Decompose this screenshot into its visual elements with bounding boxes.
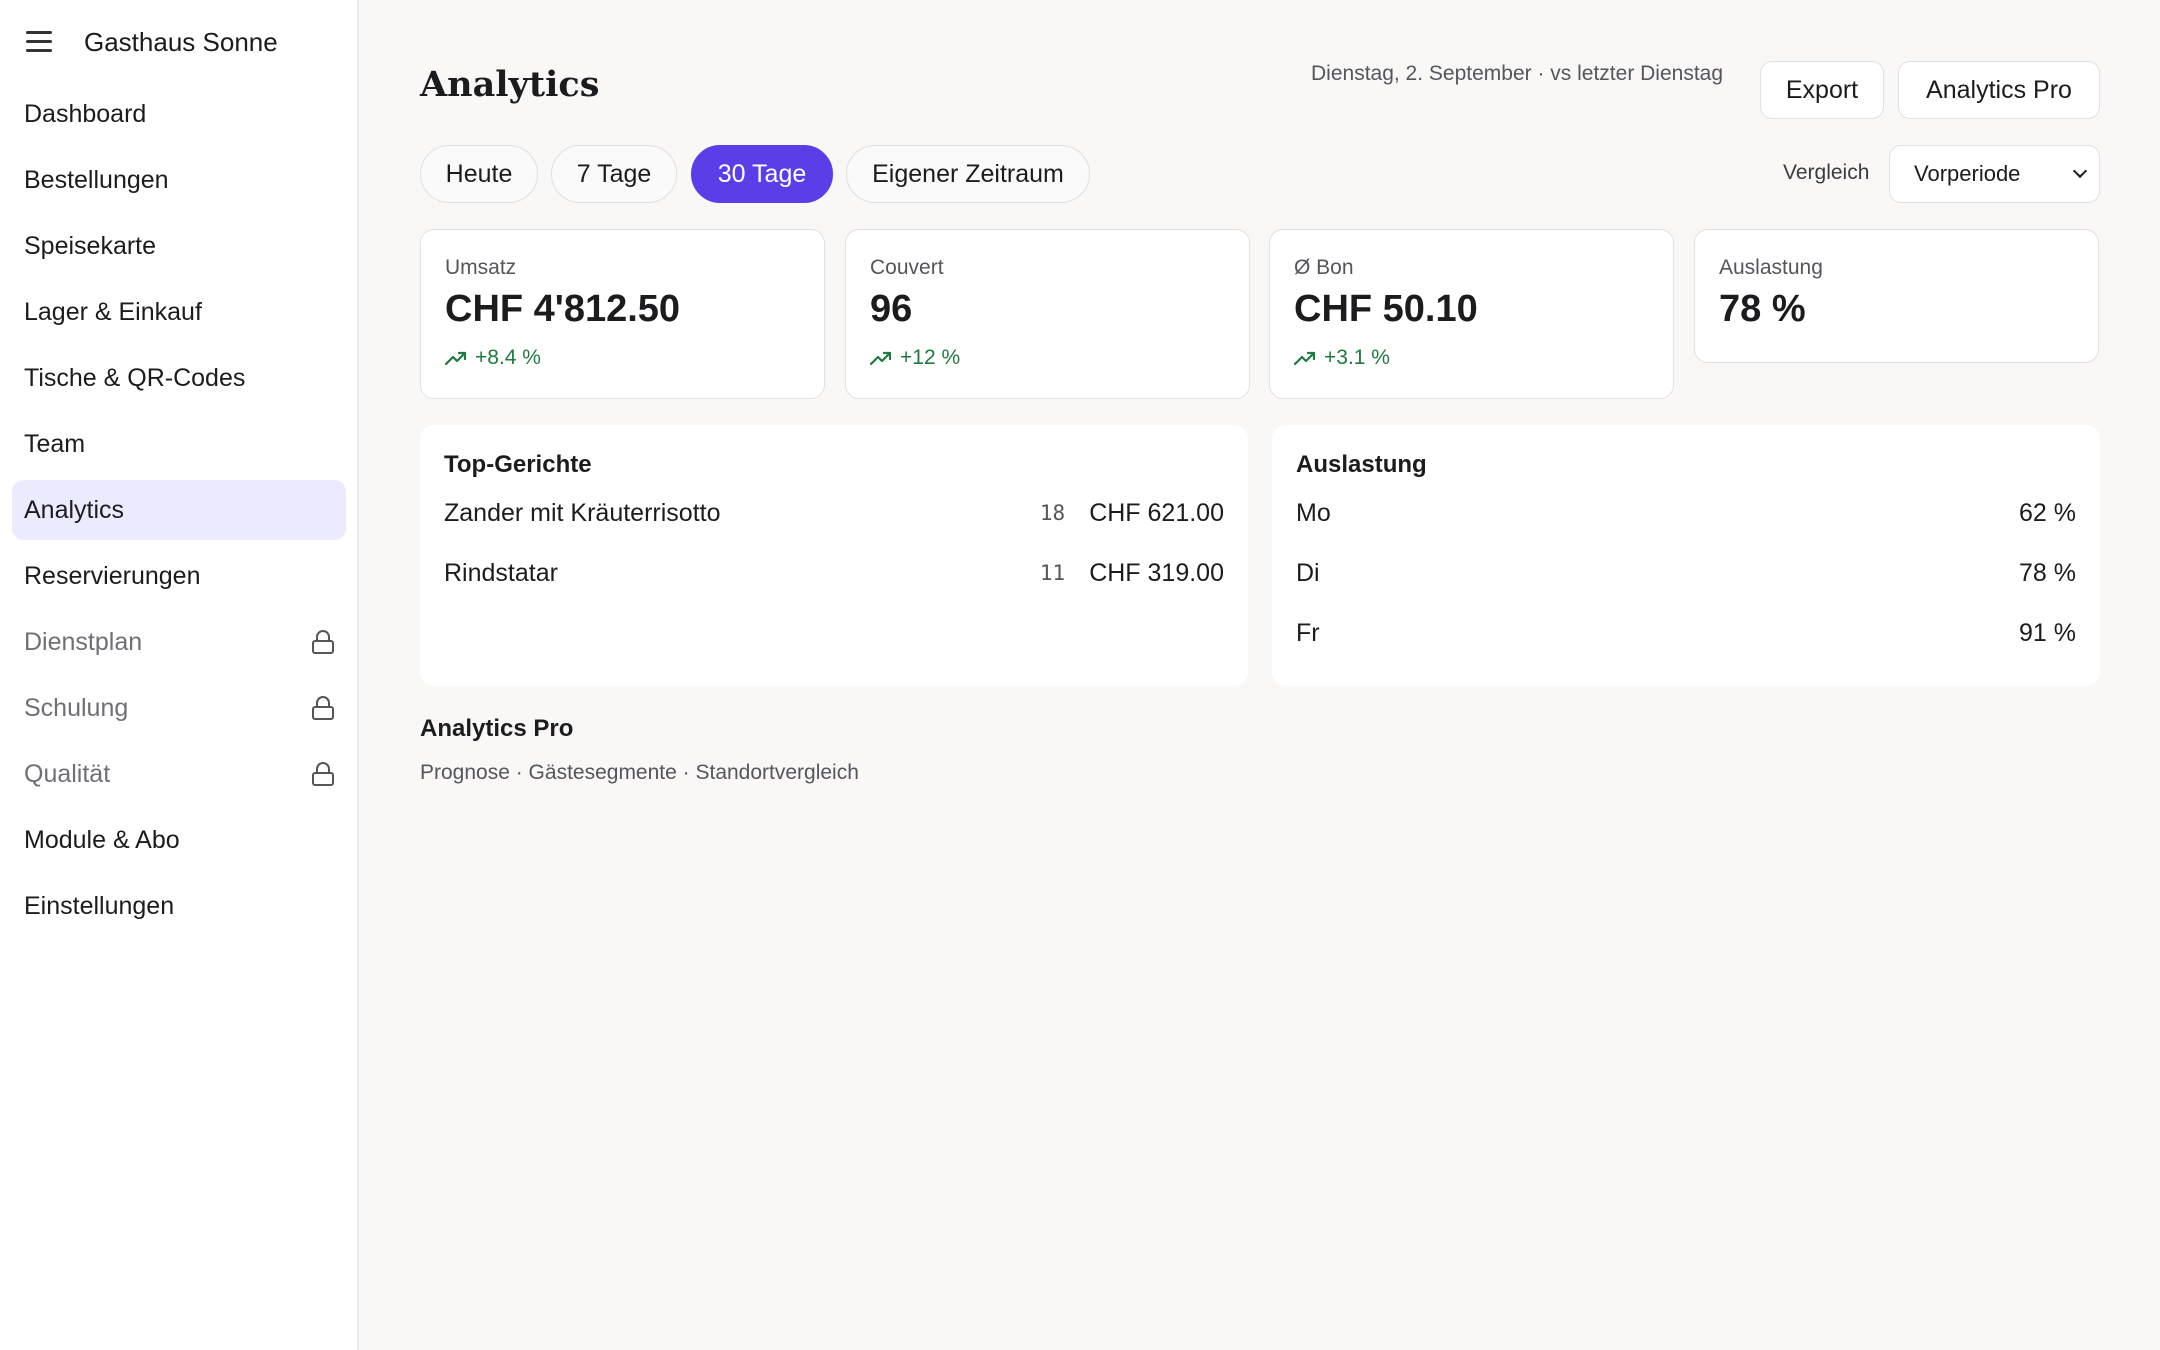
list-item: Zander mit Kräuterrisotto 18 CHF 621.00 [444,495,1224,531]
sidebar-item-lager-einkauf[interactable]: Lager & Einkauf [12,282,346,342]
range-pill-eigener-zeitraum[interactable]: Eigener Zeitraum [846,145,1090,203]
occupancy-value: 78 % [2019,558,2076,587]
occupancy-day: Mo [1296,498,1331,527]
menu-icon[interactable] [26,31,52,53]
kpi-label: Ø Bon [1294,256,1354,279]
occupancy-value: 91 % [2019,618,2076,647]
sidebar-item-schulung[interactable]: Schulung [12,678,346,738]
sidebar-item-qualitaet[interactable]: Qualität [12,744,346,804]
sidebar-item-analytics[interactable]: Analytics [12,480,346,540]
kpi-delta: +12 % [870,346,960,370]
lock-icon [312,696,334,720]
dish-amount: CHF 319.00 [1089,558,1224,587]
lock-icon [312,630,334,654]
occupancy-day: Di [1296,558,1320,587]
kpi-card-auslastung: Auslastung 78 % [1694,229,2099,363]
kpi-value: 96 [870,288,913,330]
sidebar-item-dashboard[interactable]: Dashboard [12,84,346,144]
list-item: Rindstatar 11 CHF 319.00 [444,555,1224,591]
lock-icon [312,762,334,786]
dish-quantity: 18 [1039,501,1066,525]
list-item: Mo 62 % [1296,495,2076,531]
kpi-value: CHF 50.10 [1294,288,1478,330]
compare-select-value: Vorperiode [1914,161,2021,186]
dish-quantity: 11 [1039,561,1066,585]
kpi-card-umsatz: Umsatz CHF 4'812.50 +8.4 % [420,229,825,399]
sidebar-item-team[interactable]: Team [12,414,346,474]
kpi-label: Umsatz [445,256,517,279]
sidebar-item-speisekarte[interactable]: Speisekarte [12,216,346,276]
kpi-card-couvert: Couvert 96 +12 % [845,229,1250,399]
sidebar: Gasthaus Sonne Dashboard Bestellungen Sp… [0,0,359,1350]
list-item: Di 78 % [1296,555,2076,591]
analytics-pro-button[interactable]: Analytics Pro [1898,61,2100,119]
analytics-pro-features: Prognose · Gästesegmente · Standortvergl… [420,761,859,784]
kpi-value: 78 % [1719,288,1806,330]
compare-select[interactable]: Vorperiode [1889,145,2100,203]
kpi-delta: +8.4 % [445,346,541,370]
sidebar-item-bestellungen[interactable]: Bestellungen [12,150,346,210]
occupancy-day: Fr [1296,618,1320,647]
panel-title: Top-Gerichte [444,451,592,478]
dish-name: Rindstatar [444,558,558,587]
chevron-down-icon [2072,163,2088,179]
range-pill-heute[interactable]: Heute [420,145,538,203]
kpi-card-bon: Ø Bon CHF 50.10 +3.1 % [1269,229,1674,399]
top-dishes-panel: Top-Gerichte Zander mit Kräuterrisotto 1… [420,425,1248,686]
list-item: Fr 91 % [1296,615,2076,651]
occupancy-panel: Auslastung Mo 62 % Di 78 % Fr 91 % [1272,425,2100,686]
dish-name: Zander mit Kräuterrisotto [444,498,721,527]
sidebar-item-reservierungen[interactable]: Reservierungen [12,546,346,606]
kpi-value: CHF 4'812.50 [445,288,681,330]
compare-label: Vergleich [1783,161,1870,184]
dish-amount: CHF 621.00 [1089,498,1224,527]
analytics-pro-title: Analytics Pro [420,715,574,742]
trend-up-icon [1294,351,1316,366]
brand: Gasthaus Sonne [26,24,278,60]
date-comparison-info: Dienstag, 2. September · vs letzter Dien… [1311,62,1724,85]
sidebar-item-einstellungen[interactable]: Einstellungen [12,876,346,936]
export-button[interactable]: Export [1760,61,1884,119]
page-title: Analytics [420,64,600,105]
sidebar-nav: Dashboard Bestellungen Speisekarte Lager… [12,84,346,942]
occupancy-value: 62 % [2019,498,2076,527]
sidebar-item-dienstplan[interactable]: Dienstplan [12,612,346,672]
sidebar-item-module-abo[interactable]: Module & Abo [12,810,346,870]
range-pill-7-tage[interactable]: 7 Tage [551,145,677,203]
trend-up-icon [445,351,467,366]
trend-up-icon [870,351,892,366]
panel-title: Auslastung [1296,451,1427,478]
range-pill-30-tage[interactable]: 30 Tage [691,145,833,203]
kpi-label: Couvert [870,256,944,279]
kpi-delta: +3.1 % [1294,346,1390,370]
sidebar-item-tische-qr-codes[interactable]: Tische & QR-Codes [12,348,346,408]
app-name: Gasthaus Sonne [84,26,278,57]
kpi-label: Auslastung [1719,256,1823,279]
